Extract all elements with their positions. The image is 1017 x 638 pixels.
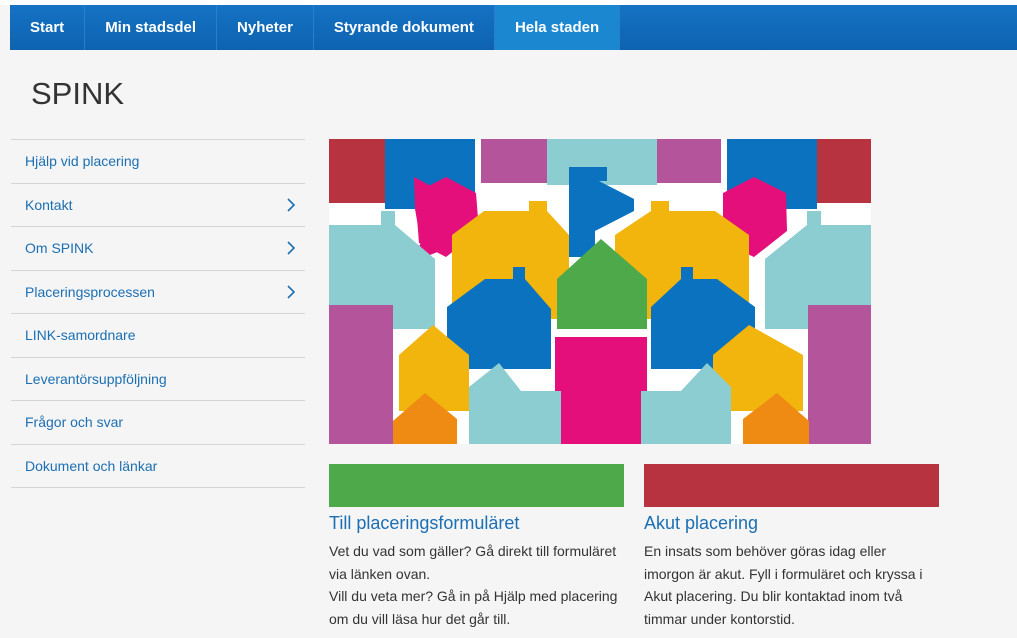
sidebar-item-label: Frågor och svar (25, 414, 124, 431)
card-title-link[interactable]: Till placeringsformuläret (329, 513, 624, 534)
sidebar-item-label: LINK-samordnare (25, 327, 136, 344)
chevron-right-icon[interactable] (279, 280, 303, 304)
page-title: SPINK (31, 76, 125, 111)
nav-hela-staden[interactable]: Hela staden (494, 5, 621, 50)
sidebar-item-label: Hjälp vid placering (25, 153, 140, 170)
sidebar-item-label: Placeringsprocessen (25, 283, 155, 300)
sidebar-item-label: Om SPINK (25, 240, 94, 257)
card-placeringsformular: Till placeringsformuläret Vet du vad som… (329, 464, 624, 630)
sidebar-item-placeringsprocessen[interactable]: Placeringsprocessen (11, 271, 305, 314)
main-nav: Start Min stadsdel Nyheter Styrande doku… (10, 5, 1017, 50)
nav-styrande-dokument[interactable]: Styrande dokument (314, 5, 495, 50)
sidebar-item-dokument-och-lankar[interactable]: Dokument och länkar (11, 445, 305, 488)
sidebar-item-leverantorsuppfoljning[interactable]: Leverantörsuppföljning (11, 358, 305, 401)
sidebar-nav: Hjälp vid placering Kontakt Om SPINK Pla… (11, 139, 305, 488)
sidebar-item-label: Leverantörsuppföljning (25, 370, 167, 387)
sidebar-item-fragor-och-svar[interactable]: Frågor och svar (11, 401, 305, 445)
sidebar-item-hjalp-vid-placering[interactable]: Hjälp vid placering (11, 140, 305, 184)
card-banner[interactable] (329, 464, 624, 507)
sidebar-item-link-samordnare[interactable]: LINK-samordnare (11, 314, 305, 358)
nav-min-stadsdel[interactable]: Min stadsdel (85, 5, 218, 50)
sidebar-item-kontakt[interactable]: Kontakt (11, 184, 305, 227)
card-text: Vet du vad som gäller? Gå direkt till fo… (329, 543, 617, 582)
sidebar-item-om-spink[interactable]: Om SPINK (11, 227, 305, 271)
nav-start[interactable]: Start (10, 5, 86, 50)
sidebar-item-label: Kontakt (25, 196, 73, 213)
nav-nyheter[interactable]: Nyheter (217, 5, 314, 50)
chevron-right-icon[interactable] (279, 236, 303, 260)
card-text: En insats som behöver göras idag eller i… (644, 543, 923, 627)
card-title-link[interactable]: Akut placering (644, 513, 939, 534)
sidebar-item-label: Dokument och länkar (25, 457, 158, 474)
card-text: Vill du veta mer? Gå in på Hjälp med pla… (329, 588, 618, 627)
hero-illustration (329, 139, 871, 444)
chevron-right-icon[interactable] (279, 193, 303, 217)
houses-illustration (329, 139, 871, 444)
card-banner[interactable] (644, 464, 939, 507)
card-akut-placering: Akut placering En insats som behöver gör… (644, 464, 939, 630)
